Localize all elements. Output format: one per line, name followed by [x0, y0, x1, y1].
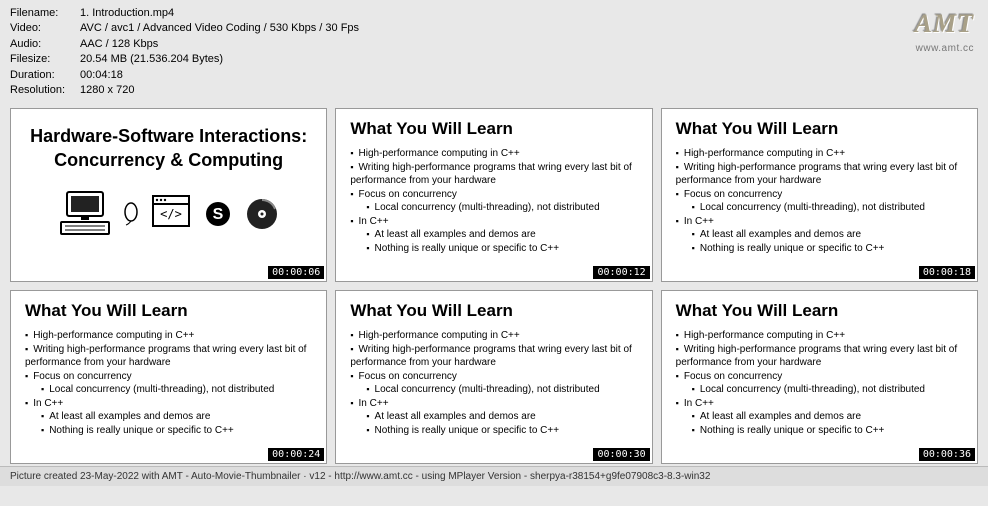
list-item: Local concurrency (multi-threading), not…	[692, 201, 963, 215]
resolution-label: Resolution:	[10, 83, 80, 98]
timestamp: 00:00:18	[919, 266, 975, 279]
thumbnail-1: Hardware-Software Interactions: Concurre…	[10, 108, 327, 282]
list-item: High-performance computing in C++	[25, 329, 312, 343]
logo: AMT www.amt.cc	[915, 6, 974, 56]
list-item: Writing high-performance programs that w…	[350, 161, 637, 188]
list-item: Nothing is really unique or specific to …	[692, 242, 963, 256]
thumbnail-grid: Hardware-Software Interactions: Concurre…	[0, 102, 988, 466]
slide-title-line1: Hardware-Software Interactions:	[30, 126, 307, 146]
list-item: In C++	[676, 215, 963, 229]
timestamp: 00:00:36	[919, 448, 975, 461]
logo-text: AMT	[915, 6, 974, 42]
bullet-list: High-performance computing in C++ Writin…	[350, 329, 637, 437]
bullet-list: High-performance computing in C++ Writin…	[25, 329, 312, 437]
learn-heading: What You Will Learn	[350, 119, 637, 139]
list-item: Nothing is really unique or specific to …	[366, 242, 637, 256]
bullet-list: High-performance computing in C++ Writin…	[676, 147, 963, 255]
thumbnail-4: What You Will Learn High-performance com…	[10, 290, 327, 464]
footer-text: Picture created 23-May-2022 with AMT - A…	[0, 466, 988, 486]
icons-row: </> S	[25, 188, 312, 240]
list-item: At least all examples and demos are	[366, 228, 637, 242]
duration-value: 00:04:18	[80, 68, 123, 83]
audio-label: Audio:	[10, 37, 80, 52]
learn-heading: What You Will Learn	[676, 301, 963, 321]
list-item: Writing high-performance programs that w…	[25, 343, 312, 370]
thumbnail-2: What You Will Learn High-performance com…	[335, 108, 652, 282]
list-item: In C++	[676, 397, 963, 411]
svg-text:S: S	[212, 206, 223, 223]
learn-heading: What You Will Learn	[676, 119, 963, 139]
timestamp: 00:00:30	[593, 448, 649, 461]
bullet-list: High-performance computing in C++ Writin…	[350, 147, 637, 255]
list-item: High-performance computing in C++	[676, 329, 963, 343]
list-item: At least all examples and demos are	[366, 410, 637, 424]
disc-icon	[245, 197, 279, 231]
list-item: Focus on concurrency	[676, 370, 963, 384]
list-item: High-performance computing in C++	[350, 329, 637, 343]
video-value: AVC / avc1 / Advanced Video Coding / 530…	[80, 21, 359, 36]
thumbnail-3: What You Will Learn High-performance com…	[661, 108, 978, 282]
audio-value: AAC / 128 Kbps	[80, 37, 158, 52]
thumbnail-5: What You Will Learn High-performance com…	[335, 290, 652, 464]
list-item: Nothing is really unique or specific to …	[41, 424, 312, 438]
timestamp: 00:00:12	[593, 266, 649, 279]
list-item: At least all examples and demos are	[692, 228, 963, 242]
filename-value: 1. Introduction.mp4	[80, 6, 174, 21]
list-item: Nothing is really unique or specific to …	[692, 424, 963, 438]
list-item: Focus on concurrency	[676, 188, 963, 202]
list-item: At least all examples and demos are	[41, 410, 312, 424]
code-window-icon: </>	[151, 194, 191, 234]
filename-label: Filename:	[10, 6, 80, 21]
list-item: Local concurrency (multi-threading), not…	[366, 201, 637, 215]
list-item: Local concurrency (multi-threading), not…	[692, 383, 963, 397]
list-item: Focus on concurrency	[350, 370, 637, 384]
slide-title-line2: Concurrency & Computing	[54, 150, 283, 170]
metadata-panel: Filename:1. Introduction.mp4 Video:AVC /…	[0, 0, 988, 102]
list-item: At least all examples and demos are	[692, 410, 963, 424]
list-item: Focus on concurrency	[350, 188, 637, 202]
list-item: Nothing is really unique or specific to …	[366, 424, 637, 438]
filesize-value: 20.54 MB (21.536.204 Bytes)	[80, 52, 223, 67]
logo-url: www.amt.cc	[915, 42, 974, 56]
mouse-icon	[123, 202, 139, 226]
duration-label: Duration:	[10, 68, 80, 83]
list-item: Local concurrency (multi-threading), not…	[41, 383, 312, 397]
list-item: Writing high-performance programs that w…	[350, 343, 637, 370]
list-item: In C++	[25, 397, 312, 411]
skype-icon: S	[203, 199, 233, 229]
resolution-value: 1280 x 720	[80, 83, 134, 98]
list-item: High-performance computing in C++	[350, 147, 637, 161]
timestamp: 00:00:24	[268, 448, 324, 461]
list-item: High-performance computing in C++	[676, 147, 963, 161]
bullet-list: High-performance computing in C++ Writin…	[676, 329, 963, 437]
thumbnail-6: What You Will Learn High-performance com…	[661, 290, 978, 464]
learn-heading: What You Will Learn	[350, 301, 637, 321]
list-item: Writing high-performance programs that w…	[676, 343, 963, 370]
computer-icon	[59, 188, 111, 240]
svg-text:</>: </>	[160, 207, 182, 221]
list-item: In C++	[350, 397, 637, 411]
list-item: Writing high-performance programs that w…	[676, 161, 963, 188]
list-item: In C++	[350, 215, 637, 229]
list-item: Local concurrency (multi-threading), not…	[366, 383, 637, 397]
learn-heading: What You Will Learn	[25, 301, 312, 321]
video-label: Video:	[10, 21, 80, 36]
timestamp: 00:00:06	[268, 266, 324, 279]
list-item: Focus on concurrency	[25, 370, 312, 384]
filesize-label: Filesize:	[10, 52, 80, 67]
